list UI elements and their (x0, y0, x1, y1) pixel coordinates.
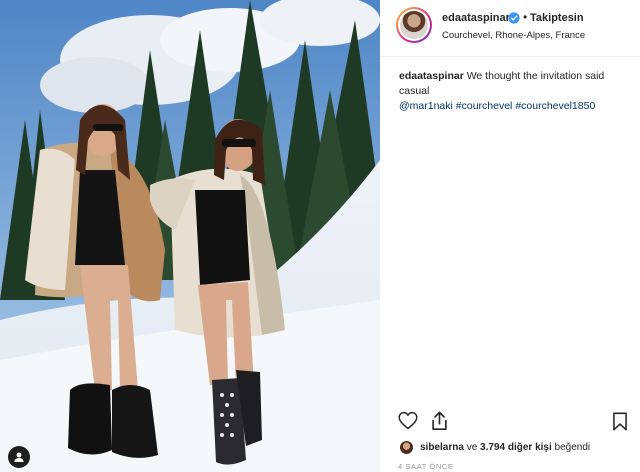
share-icon[interactable] (430, 411, 449, 431)
post-photo-image (0, 0, 380, 472)
post-caption: edaataspinar We thought the invitation s… (399, 69, 631, 114)
post-photo[interactable] (0, 0, 380, 472)
hashtag-link[interactable]: #courchevel (456, 100, 513, 112)
mention-link[interactable]: @mar1naki (399, 100, 453, 112)
instagram-post: edaataspinar • Takiptesin Courchevel, Rh… (0, 0, 640, 472)
separator-dot: • (523, 10, 528, 24)
avatar-frame (398, 9, 430, 41)
heart-icon[interactable] (398, 411, 418, 430)
likes-count-link[interactable]: 3.794 diğer kişi (480, 442, 552, 453)
user-tag-icon (14, 452, 24, 462)
action-bar (398, 411, 628, 433)
avatar[interactable] (396, 7, 432, 43)
liker-avatar[interactable] (400, 441, 413, 454)
likes-summary: sibelarna ve 3.794 diğer kişi beğendi (420, 442, 590, 453)
likes-row: sibelarna ve 3.794 diğer kişi beğendi (398, 440, 638, 456)
avatar-image (400, 11, 428, 39)
post-timestamp[interactable]: 4 SAAT ÖNCE (398, 462, 454, 471)
likes-suffix: beğendi (554, 442, 591, 453)
verified-badge-icon (508, 12, 520, 24)
username-link[interactable]: edaataspinar (442, 12, 510, 24)
user-tag-button[interactable] (8, 446, 30, 468)
header-divider (380, 56, 640, 57)
liker-username-link[interactable]: sibelarna (420, 442, 464, 453)
post-sidebar: edaataspinar • Takiptesin Courchevel, Rh… (380, 0, 640, 472)
bookmark-icon[interactable] (612, 412, 628, 431)
likes-connector: ve (466, 442, 478, 453)
location-link[interactable]: Courchevel, Rhone-Alpes, France (442, 30, 585, 41)
hashtag-link[interactable]: #courchevel1850 (515, 100, 595, 112)
following-button[interactable]: Takiptesin (530, 12, 584, 24)
post-header: edaataspinar • Takiptesin Courchevel, Rh… (380, 0, 640, 52)
caption-username-link[interactable]: edaataspinar (399, 70, 464, 82)
